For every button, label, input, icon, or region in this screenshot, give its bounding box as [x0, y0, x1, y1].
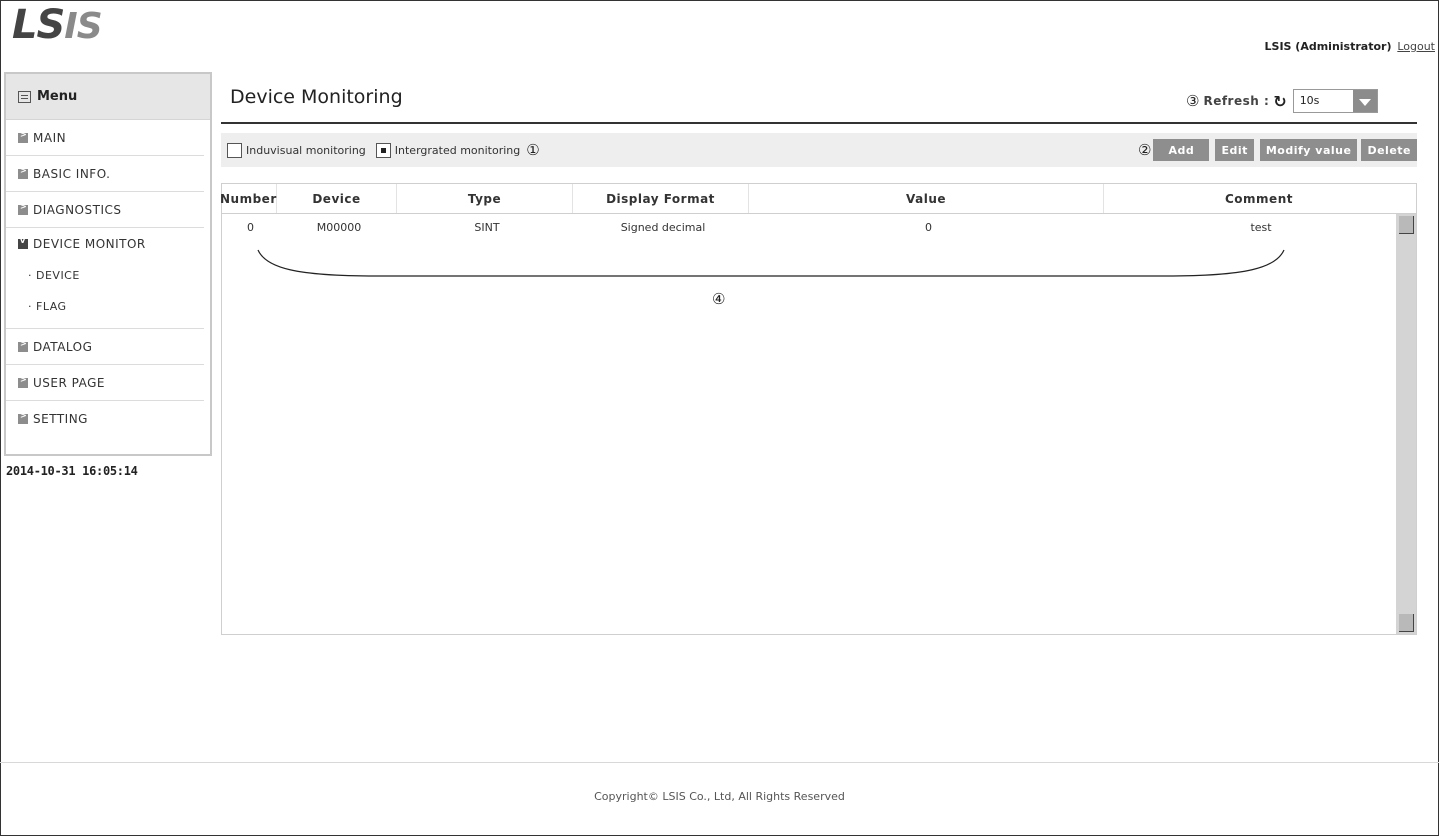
marker-4: ④ — [712, 290, 726, 308]
checkbox-label: Intergrated monitoring — [394, 143, 521, 157]
row-brace-annotation — [257, 249, 1285, 277]
edit-button[interactable]: Edit — [1215, 139, 1254, 161]
delete-button[interactable]: Delete — [1361, 139, 1417, 161]
refresh-interval-select[interactable]: 10s — [1292, 89, 1378, 113]
grid-header: Number Device Type Display Format Value … — [220, 184, 1416, 214]
sidebar-subitem-flag[interactable]: · FLAG — [6, 291, 204, 322]
cell-value[interactable]: 0 — [751, 214, 1106, 240]
arrow-right-icon — [18, 202, 28, 215]
marker-2: ② — [1137, 141, 1152, 159]
cell-comment: test — [1250, 220, 1272, 234]
monitoring-toolbar: Induvisual monitoring Intergrated monito… — [221, 133, 1417, 167]
marker-3: ③ — [1186, 92, 1200, 110]
sidebar-item-label: DIAGNOSTICS — [33, 202, 122, 217]
sidebar-item-main[interactable]: MAIN — [6, 120, 204, 156]
refresh-control: ③ Refresh : ↻ 10s — [1186, 89, 1378, 113]
page-title: Device Monitoring — [230, 86, 403, 108]
sidebar-item-label: MAIN — [33, 130, 67, 145]
arrow-right-icon — [18, 411, 28, 424]
column-header-number[interactable]: Number — [220, 184, 277, 213]
integrated-monitoring-checkbox[interactable]: Intergrated monitoring — [375, 142, 521, 158]
datetime-display: 2014-10-31 16:05:14 — [6, 464, 138, 478]
footer-divider — [0, 762, 1439, 763]
arrow-right-icon — [18, 375, 28, 388]
checkbox-box[interactable] — [375, 142, 391, 158]
logo-main: LS — [12, 2, 65, 48]
logo-sub: IS — [64, 6, 102, 47]
logout-link[interactable]: Logout — [1397, 40, 1435, 53]
cell-device: M00000 — [316, 220, 362, 234]
user-label: LSIS (Administrator) — [1264, 40, 1392, 53]
menu-icon — [18, 90, 31, 103]
cell-display-format: Signed decimal — [620, 220, 706, 234]
refresh-interval-value: 10s — [1299, 94, 1320, 107]
arrow-right-icon — [18, 130, 28, 143]
sidebar-item-setting[interactable]: SETTING — [6, 401, 204, 437]
sidebar-item-label: SETTING — [33, 412, 88, 426]
column-header-comment[interactable]: Comment — [1104, 184, 1414, 213]
sidebar-item-label: DEVICE MONITOR — [33, 237, 146, 251]
sidebar-item-label: BASIC INFO. — [33, 166, 111, 181]
vertical-scrollbar[interactable] — [1396, 214, 1416, 634]
sidebar-item-basic-info[interactable]: BASIC INFO. — [6, 156, 204, 192]
marker-1: ① — [526, 141, 540, 159]
sidebar-subgroup: · DEVICE · FLAG — [6, 260, 204, 329]
title-divider — [221, 122, 1417, 124]
user-area: LSIS (Administrator) Logout — [1265, 40, 1435, 53]
scroll-up-button[interactable] — [1399, 216, 1414, 234]
sidebar-header: Menu — [6, 74, 210, 120]
checkbox-label: Induvisual monitoring — [246, 143, 366, 157]
column-header-display-format[interactable]: Display Format — [573, 184, 749, 213]
individual-monitoring-checkbox[interactable]: Induvisual monitoring — [227, 142, 366, 158]
sidebar-item-user-page[interactable]: USER PAGE — [6, 365, 204, 401]
sidebar-item-diagnostics[interactable]: DIAGNOSTICS — [6, 192, 204, 228]
column-header-value[interactable]: Value — [749, 184, 1104, 213]
checkbox-box[interactable] — [227, 142, 242, 158]
action-buttons: ② Add Edit Modify value Delete — [1132, 139, 1417, 161]
arrow-right-icon — [18, 166, 28, 179]
modify-value-button[interactable]: Modify value — [1259, 139, 1358, 161]
add-button[interactable]: Add — [1153, 139, 1210, 161]
sidebar-item-device-monitor[interactable]: DEVICE MONITOR — [6, 228, 204, 260]
refresh-icon[interactable]: ↻ — [1273, 92, 1286, 111]
refresh-label: Refresh : — [1203, 94, 1270, 108]
sidebar-item-label: USER PAGE — [33, 375, 105, 390]
sidebar-item-label: DATALOG — [33, 339, 93, 354]
arrow-right-icon — [18, 339, 28, 352]
scroll-down-button[interactable] — [1399, 614, 1414, 632]
arrow-down-icon — [18, 236, 28, 249]
sidebar-item-datalog[interactable]: DATALOG — [6, 329, 204, 365]
sidebar: Menu MAIN BASIC INFO. DIAGNOSTICS DEVICE… — [4, 72, 212, 456]
table-row[interactable]: 0 M00000 SINT Signed decimal 0 test — [222, 214, 1416, 240]
lsis-logo: LSIS — [12, 2, 103, 48]
copyright-text: Copyright© LSIS Co., Ltd, All Rights Res… — [594, 790, 845, 803]
column-header-type[interactable]: Type — [397, 184, 573, 213]
sidebar-subitem-device[interactable]: · DEVICE — [6, 260, 204, 291]
cell-number: 0 — [247, 220, 254, 234]
column-header-device[interactable]: Device — [277, 184, 397, 213]
sidebar-title: Menu — [37, 89, 78, 104]
chevron-down-icon[interactable] — [1352, 90, 1377, 112]
cell-type: SINT — [474, 220, 500, 234]
